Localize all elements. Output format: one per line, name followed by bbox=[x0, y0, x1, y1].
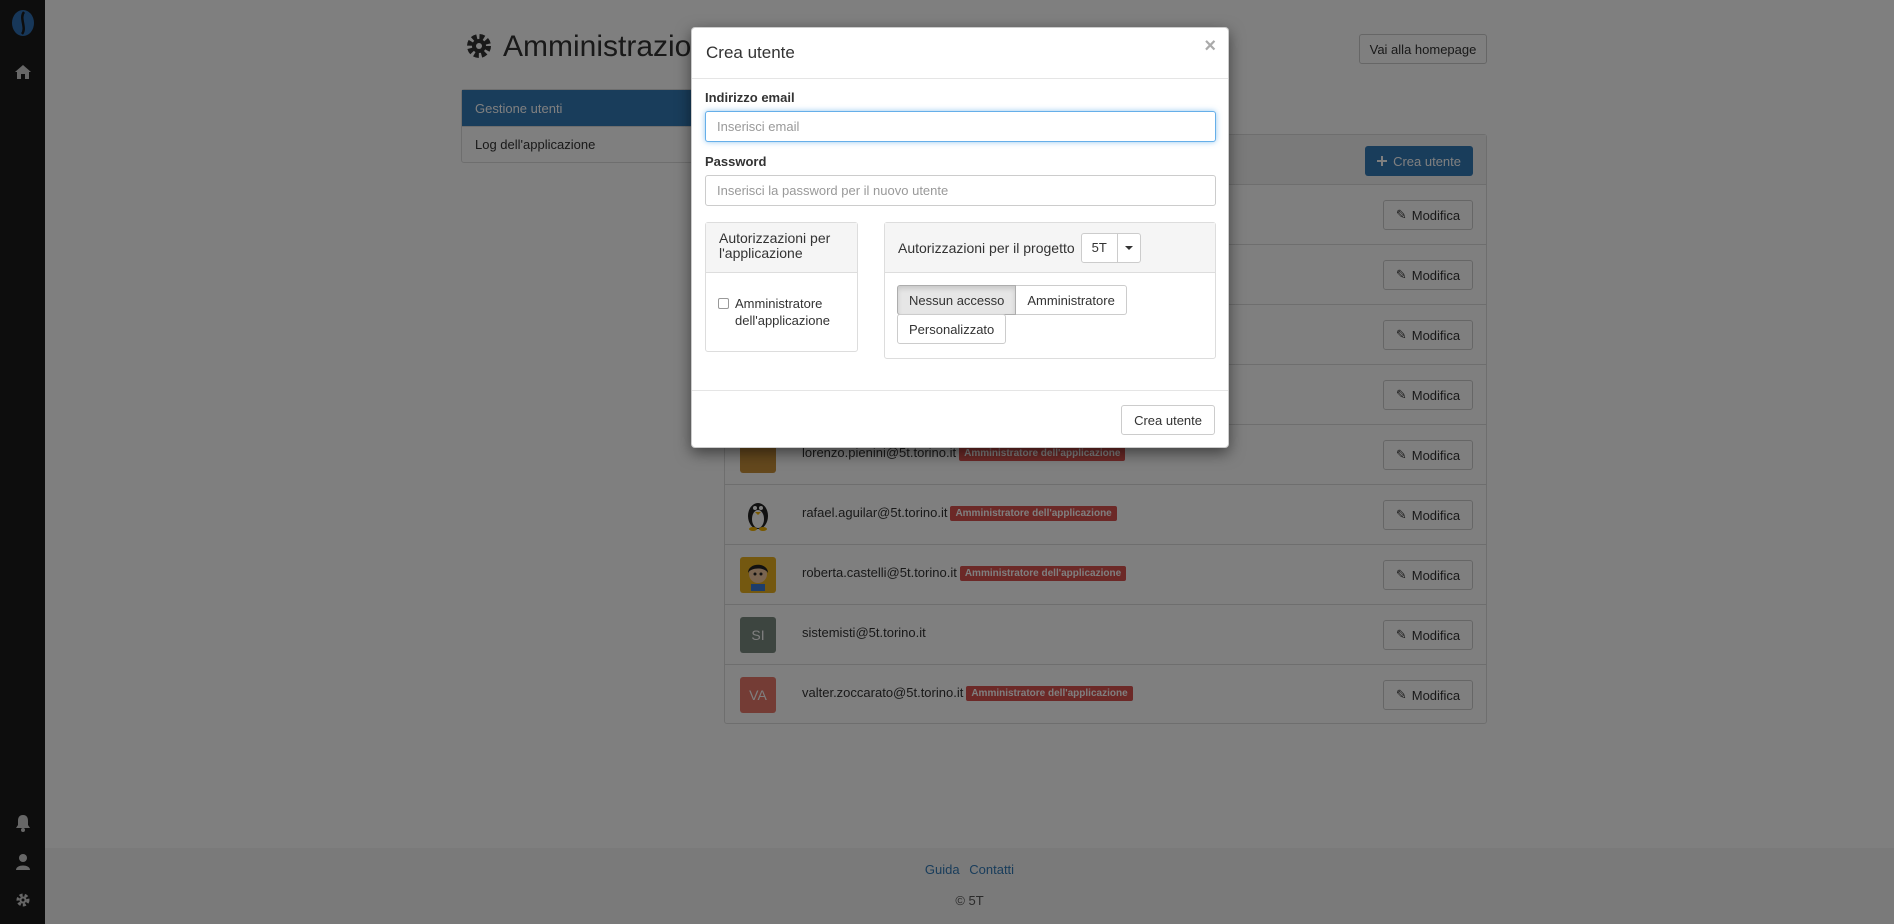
project-select[interactable]: 5T bbox=[1080, 232, 1141, 263]
create-user-modal: Crea utente × Indirizzo email Password A… bbox=[691, 27, 1229, 448]
project-permissions-header: Autorizzazioni per il progetto 5T bbox=[885, 223, 1215, 273]
modal-title: Crea utente bbox=[706, 43, 795, 62]
app-permissions-panel: Autorizzazioni per l'applicazione Ammini… bbox=[705, 222, 858, 352]
chevron-down-icon[interactable] bbox=[1118, 234, 1140, 262]
password-label: Password bbox=[705, 154, 767, 169]
app-admin-checkbox[interactable] bbox=[718, 298, 729, 309]
project-permissions-heading: Autorizzazioni per il progetto bbox=[898, 239, 1075, 256]
modal-body: Indirizzo email Password bbox=[692, 79, 1228, 206]
close-icon[interactable]: × bbox=[1204, 36, 1216, 56]
submit-create-user-button[interactable]: Crea utente bbox=[1121, 405, 1215, 435]
app-permissions-heading: Autorizzazioni per l'applicazione bbox=[706, 223, 857, 273]
access-level-group: Nessun accesso Amministratore Personaliz… bbox=[885, 273, 1215, 356]
password-field[interactable] bbox=[705, 175, 1216, 206]
email-field[interactable] bbox=[705, 111, 1216, 142]
modal-header: Crea utente × bbox=[692, 28, 1228, 79]
app-admin-option: Amministratore dell'applicazione bbox=[706, 273, 857, 351]
modal-footer: Crea utente bbox=[692, 390, 1228, 449]
app-admin-checkbox-label[interactable]: Amministratore dell'applicazione bbox=[735, 295, 845, 329]
project-permissions-panel: Autorizzazioni per il progetto 5T Nessun… bbox=[884, 222, 1216, 359]
project-select-value: 5T bbox=[1082, 233, 1118, 262]
option-administrator[interactable]: Amministratore bbox=[1016, 285, 1127, 315]
option-custom[interactable]: Personalizzato bbox=[897, 314, 1007, 344]
option-no-access[interactable]: Nessun accesso bbox=[897, 285, 1017, 315]
email-label: Indirizzo email bbox=[705, 90, 795, 105]
